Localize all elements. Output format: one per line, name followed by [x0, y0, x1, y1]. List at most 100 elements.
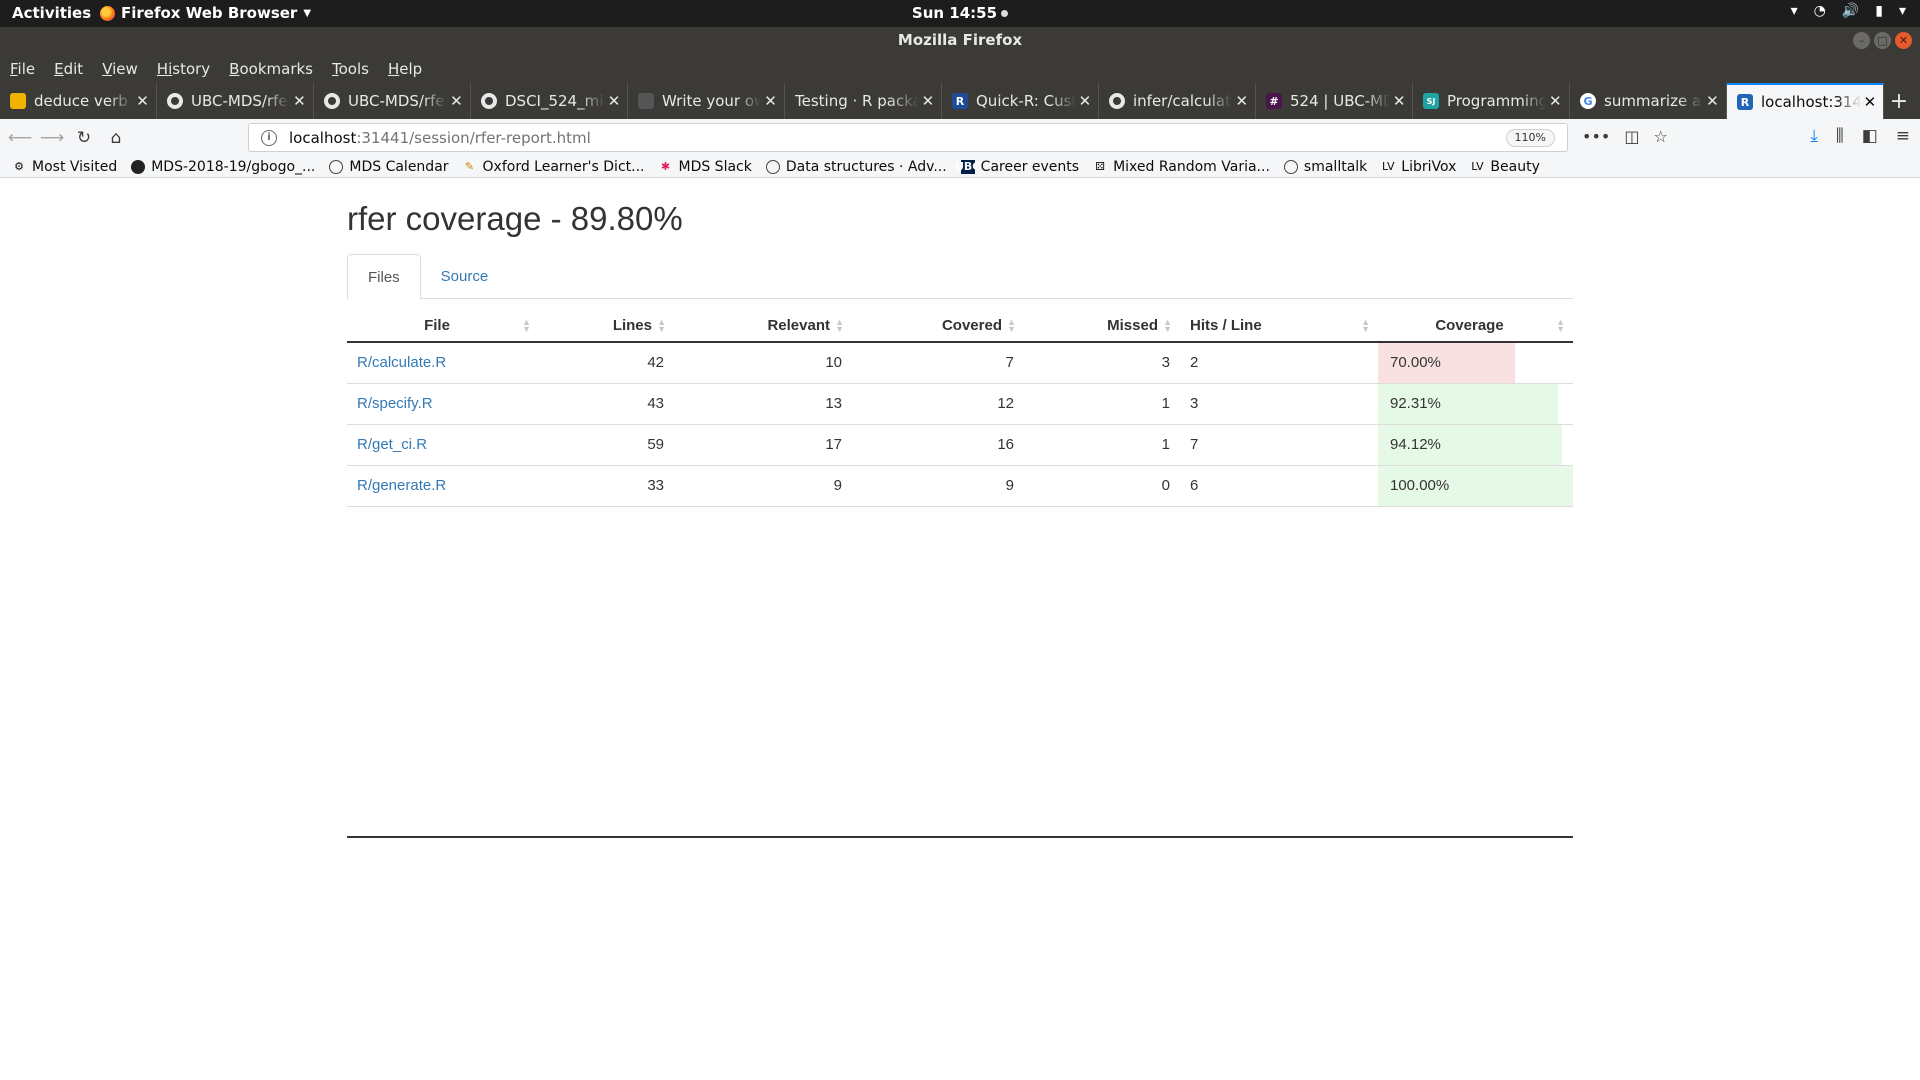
librivox-icon: LV: [1471, 160, 1484, 173]
browser-tab[interactable]: UBC-MDS/rfer ✕: [314, 83, 471, 119]
column-header-relevant[interactable]: Relevant ▲ ▼: [674, 309, 852, 343]
menu-tools[interactable]: Tools: [332, 60, 369, 78]
cell-hits-per-line: 2: [1180, 342, 1378, 384]
close-tab-icon[interactable]: ✕: [919, 92, 937, 110]
close-tab-icon[interactable]: ✕: [1390, 92, 1408, 110]
cell-file: R/get_ci.R: [347, 424, 539, 466]
column-header-missed[interactable]: Missed ▲ ▼: [1024, 309, 1180, 343]
tab-label: localhost:3144: [1761, 93, 1861, 111]
browser-tab[interactable]: DSCI_524_mile✕: [471, 83, 628, 119]
file-link[interactable]: R/generate.R: [357, 477, 446, 494]
bookmark-item[interactable]: Data structures · Adv...: [765, 159, 947, 175]
system-tray[interactable]: ▾ ◔ 🔊 ▮ ▾: [1791, 3, 1906, 19]
menu-help[interactable]: Help: [388, 60, 422, 78]
menu-label: ookmarks: [239, 59, 313, 78]
library-icon[interactable]: ⫼: [1836, 126, 1844, 146]
bookmark-star-icon[interactable]: ☆: [1653, 127, 1667, 146]
browser-tab[interactable]: UBC-MDS/rfer ✕: [157, 83, 314, 119]
sidebar-icon[interactable]: ◧: [1862, 126, 1878, 146]
minimize-icon[interactable]: –: [1853, 32, 1870, 49]
close-tab-icon[interactable]: ✕: [133, 92, 152, 110]
close-tab-icon[interactable]: ✕: [1232, 92, 1251, 110]
page-actions-menu-icon[interactable]: •••: [1582, 127, 1610, 146]
url-bar[interactable]: i localhost:31441/session/rfer-report.ht…: [248, 123, 1568, 152]
close-tab-icon[interactable]: ✕: [1703, 92, 1722, 110]
bookmark-item[interactable]: MDS Calendar: [329, 159, 449, 175]
tab-active[interactable]: Rlocalhost:3144 ✕: [1727, 83, 1884, 119]
url-host: localhost: [289, 128, 357, 147]
downloads-icon[interactable]: ⤓: [1810, 126, 1818, 146]
browser-tab[interactable]: Gsummarize at ✕: [1570, 83, 1727, 119]
bookmark-item[interactable]: smalltalk: [1283, 159, 1367, 175]
close-tab-icon[interactable]: ✕: [605, 92, 623, 110]
volume-icon[interactable]: 🔊: [1842, 3, 1859, 19]
menu-history[interactable]: History: [157, 60, 210, 78]
close-tab-icon[interactable]: ✕: [290, 92, 309, 110]
zoom-level-badge[interactable]: 110%: [1505, 129, 1555, 147]
column-header-lines[interactable]: Lines ▲ ▼: [539, 309, 674, 343]
bookmark-item[interactable]: LV Beauty: [1470, 159, 1540, 175]
maximize-icon[interactable]: □: [1874, 32, 1891, 49]
browser-tab[interactable]: infer/calculate ✕: [1099, 83, 1256, 119]
hamburger-menu-icon[interactable]: ≡: [1896, 126, 1910, 146]
table-row: R/generate.R 33 9 9 0 6 100.00%: [347, 465, 1573, 507]
bookmark-item[interactable]: UBC Career events: [955, 159, 1079, 175]
menu-accelerator: V: [102, 59, 113, 78]
browser-tab[interactable]: deduce verb - ✕: [0, 83, 157, 119]
browser-tab[interactable]: #524 | UBC-MDS✕: [1256, 83, 1413, 119]
bookmark-item[interactable]: ⚄ Mixed Random Varia...: [1093, 159, 1270, 175]
home-button[interactable]: ⌂: [100, 122, 132, 154]
sort-arrows-icon: ▲ ▼: [1361, 317, 1370, 334]
column-header-hits-per-line[interactable]: Hits / Line ▲ ▼: [1180, 309, 1378, 343]
close-tab-icon[interactable]: ✕: [1076, 92, 1094, 110]
back-button[interactable]: ⟵: [4, 122, 36, 154]
forward-button[interactable]: ⟶: [36, 122, 68, 154]
menu-accelerator: E: [54, 59, 64, 78]
close-window-icon[interactable]: ✕: [1895, 32, 1912, 49]
file-link[interactable]: R/get_ci.R: [357, 436, 427, 453]
bookmark-item[interactable]: ⚙ Most Visited: [12, 159, 117, 175]
pocket-icon[interactable]: ◫: [1624, 127, 1639, 146]
column-header-coverage[interactable]: Coverage ▲ ▼: [1378, 309, 1573, 343]
menu-edit[interactable]: Edit: [54, 60, 83, 78]
wifi-icon[interactable]: ◔: [1814, 3, 1826, 19]
tray-caret-icon[interactable]: ▾: [1791, 3, 1798, 19]
close-tab-icon[interactable]: ✕: [761, 92, 780, 110]
page-title: rfer coverage - 89.80%: [347, 200, 683, 237]
browser-tab[interactable]: Write your ow ✕: [628, 83, 785, 119]
coverage-report: rfer coverage - 89.80% Files Source File…: [347, 178, 1573, 507]
cell-relevant: 10: [674, 342, 852, 384]
coverage-table: File ▲ ▼ Lines ▲ ▼ Relevant ▲ ▼ Covered ▲ ▼ Miss…: [347, 309, 1573, 507]
tab-files[interactable]: Files: [347, 254, 421, 300]
cell-lines: 33: [539, 465, 674, 507]
bookmark-item[interactable]: LV LibriVox: [1381, 159, 1456, 175]
site-info-icon[interactable]: i: [261, 129, 277, 146]
reload-button[interactable]: ↻: [68, 122, 100, 154]
column-header-file[interactable]: File ▲ ▼: [347, 309, 539, 343]
menu-view[interactable]: View: [102, 60, 138, 78]
bookmark-item[interactable]: ✎ Oxford Learner's Dict...: [463, 159, 645, 175]
clock[interactable]: Sun 14:55: [0, 4, 1920, 22]
close-tab-icon[interactable]: ✕: [1546, 92, 1565, 110]
file-link[interactable]: R/calculate.R: [357, 354, 446, 371]
file-link[interactable]: R/specify.R: [357, 395, 433, 412]
browser-tab[interactable]: R Quick-R: Custo ✕: [942, 83, 1099, 119]
tab-label: 524 | UBC-MDS: [1290, 92, 1390, 110]
menu-file[interactable]: File: [10, 60, 35, 78]
battery-icon[interactable]: ▮: [1875, 3, 1883, 19]
cell-covered: 7: [852, 342, 1024, 384]
browser-tab[interactable]: Testing · R packag ✕: [785, 83, 942, 119]
bookmark-item[interactable]: MDS-2018-19/gbogo_...: [131, 159, 315, 175]
menu-bar: File Edit View History Bookmarks Tools Help: [0, 54, 1920, 83]
close-tab-icon[interactable]: ✕: [447, 92, 466, 110]
browser-tab[interactable]: SJ Programming ✕: [1413, 83, 1570, 119]
new-tab-button[interactable]: +: [1884, 83, 1914, 119]
bookmark-label: LibriVox: [1401, 158, 1457, 175]
power-menu-icon[interactable]: ▾: [1899, 3, 1906, 19]
cell-missed: 3: [1024, 342, 1180, 384]
tab-source[interactable]: Source: [421, 254, 509, 299]
close-tab-icon[interactable]: ✕: [1861, 93, 1879, 111]
menu-bookmarks[interactable]: Bookmarks: [229, 60, 313, 78]
column-header-covered[interactable]: Covered ▲ ▼: [852, 309, 1024, 343]
bookmark-item[interactable]: ✱ MDS Slack: [658, 159, 752, 175]
